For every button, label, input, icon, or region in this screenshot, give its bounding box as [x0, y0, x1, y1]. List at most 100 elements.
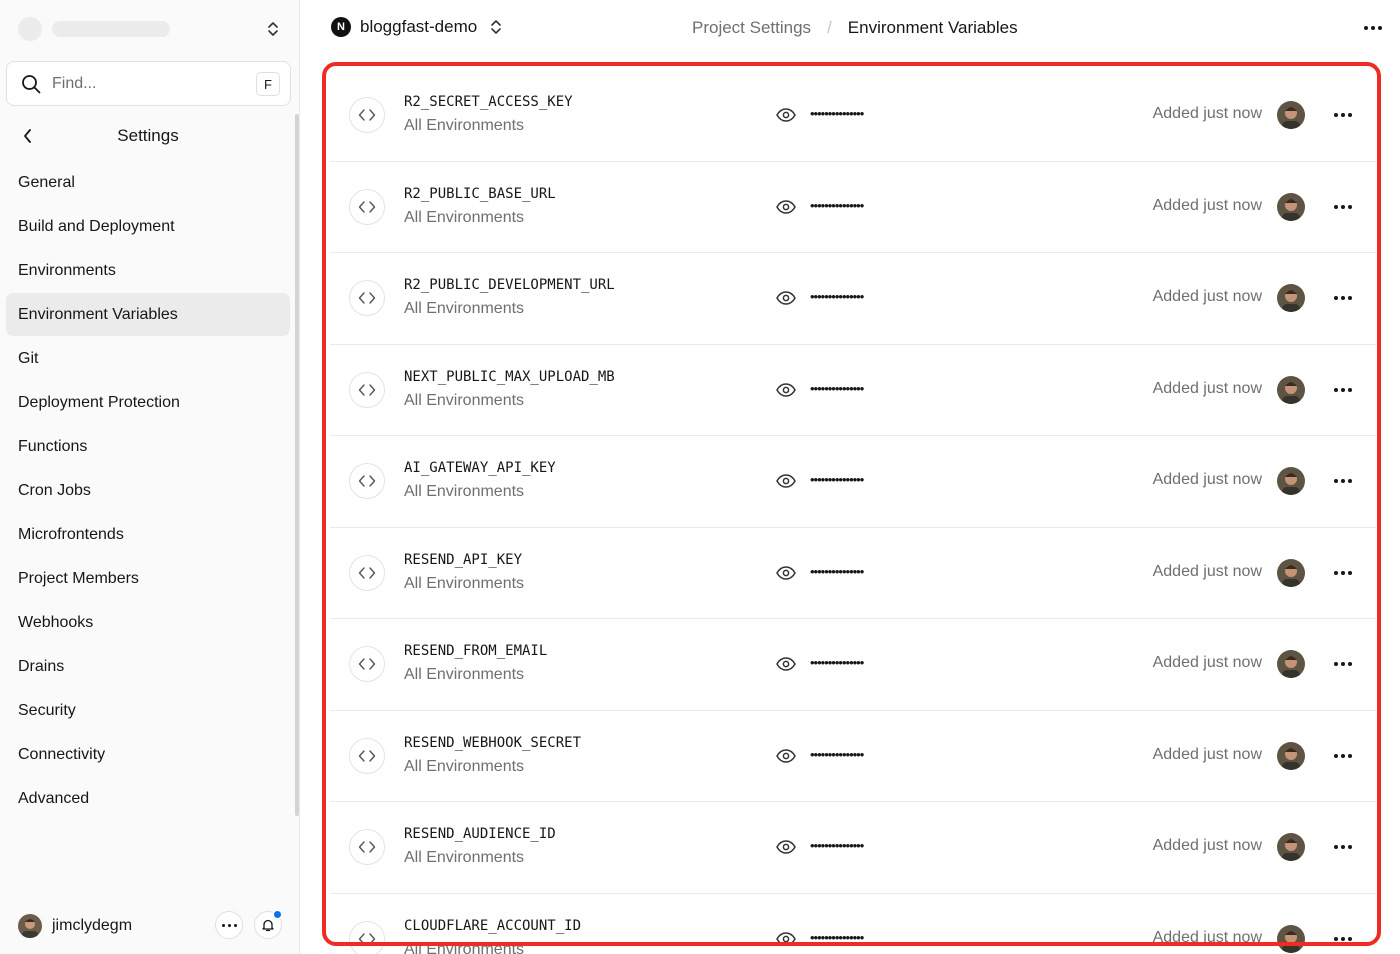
sidebar-item-microfrontends[interactable]: Microfrontends — [6, 513, 290, 556]
table-row[interactable]: RESEND_FROM_EMAIL All Environments •••••… — [330, 619, 1376, 711]
env-var-name[interactable]: AI_GATEWAY_API_KEY — [404, 460, 556, 476]
sidebar-item-deployment-protection[interactable]: Deployment Protection — [6, 381, 290, 424]
sidebar-item-cron-jobs[interactable]: Cron Jobs — [6, 469, 290, 512]
table-row[interactable]: RESEND_AUDIENCE_ID All Environments ••••… — [330, 802, 1376, 894]
avatar[interactable] — [1277, 467, 1305, 495]
notification-dot — [272, 909, 283, 920]
sidebar-item-general[interactable]: General — [6, 161, 290, 204]
avatar[interactable] — [1277, 101, 1305, 129]
row-more-button[interactable] — [1330, 469, 1356, 493]
row-more-button[interactable] — [1330, 561, 1356, 585]
search-shortcut-key: F — [256, 72, 280, 96]
row-more-button[interactable] — [1330, 744, 1356, 768]
table-row[interactable]: R2_PUBLIC_DEVELOPMENT_URL All Environmen… — [330, 253, 1376, 345]
avatar[interactable] — [1277, 284, 1305, 312]
sidebar-item-functions[interactable]: Functions — [6, 425, 290, 468]
reveal-value-button[interactable] — [775, 470, 797, 492]
more-horizontal-icon — [220, 923, 238, 927]
settings-title: Settings — [117, 126, 179, 145]
reveal-value-button[interactable] — [775, 836, 797, 858]
env-var-masked-value: ••••••••••••••• — [810, 746, 864, 762]
avatar[interactable] — [1277, 833, 1305, 861]
row-more-button[interactable] — [1330, 286, 1356, 310]
env-var-name[interactable]: RESEND_API_KEY — [404, 552, 522, 568]
reveal-value-button[interactable] — [775, 104, 797, 126]
more-horizontal-icon — [1333, 936, 1354, 941]
eye-icon — [776, 748, 796, 763]
env-var-name[interactable]: RESEND_WEBHOOK_SECRET — [404, 735, 581, 751]
env-var-scope: All Environments — [404, 849, 525, 866]
team-switcher[interactable] — [18, 16, 288, 42]
row-more-button[interactable] — [1330, 652, 1356, 676]
env-var-added-time: Added just now — [1152, 471, 1262, 488]
env-var-name[interactable]: RESEND_AUDIENCE_ID — [404, 826, 556, 842]
row-more-button[interactable] — [1330, 103, 1356, 127]
sidebar-item-build-and-deployment[interactable]: Build and Deployment — [6, 205, 290, 248]
env-var-name[interactable]: R2_SECRET_ACCESS_KEY — [404, 94, 573, 110]
search-input[interactable] — [52, 74, 242, 93]
env-var-scope: All Environments — [404, 666, 525, 683]
notifications-button[interactable] — [254, 909, 283, 939]
sidebar-item-environments[interactable]: Environments — [6, 249, 290, 292]
sidebar-item-webhooks[interactable]: Webhooks — [6, 601, 290, 644]
reveal-value-button[interactable] — [775, 379, 797, 401]
reveal-value-button[interactable] — [775, 745, 797, 767]
eye-icon — [776, 840, 796, 854]
env-var-masked-value: ••••••••••••••• — [810, 472, 864, 487]
reveal-value-button[interactable] — [775, 196, 797, 218]
table-row[interactable]: NEXT_PUBLIC_MAX_UPLOAD_MB All Environmen… — [330, 345, 1376, 436]
sidebar-item-security[interactable]: Security — [6, 689, 290, 732]
table-row[interactable]: RESEND_API_KEY All Environments ••••••••… — [330, 528, 1376, 619]
eye-icon — [776, 382, 796, 397]
env-var-added-time: Added just now — [1152, 928, 1262, 946]
env-var-scope: All Environments — [404, 940, 525, 954]
find-box[interactable]: F — [6, 61, 291, 106]
env-var-masked-value: ••••••••••••••• — [810, 563, 864, 579]
sidebar-scrollbar[interactable] — [295, 114, 299, 816]
user-more-button[interactable] — [215, 911, 243, 939]
sidebar-item-drains[interactable]: Drains — [6, 645, 290, 688]
reveal-value-button[interactable] — [775, 928, 797, 950]
avatar[interactable] — [1277, 375, 1305, 404]
avatar[interactable] — [18, 914, 42, 938]
row-more-button[interactable] — [1330, 378, 1356, 402]
reveal-value-button[interactable] — [775, 287, 797, 309]
table-row[interactable]: CLOUDFLARE_ACCOUNT_ID All Environments •… — [330, 894, 1376, 954]
env-var-name[interactable]: R2_PUBLIC_BASE_URL — [404, 186, 556, 202]
sidebar-item-environment-variables[interactable]: Environment Variables — [6, 293, 290, 336]
env-var-name[interactable]: NEXT_PUBLIC_MAX_UPLOAD_MB — [404, 369, 615, 385]
table-row[interactable]: AI_GATEWAY_API_KEY All Environments ••••… — [330, 436, 1376, 528]
env-var-name[interactable]: CLOUDFLARE_ACCOUNT_ID — [404, 918, 581, 934]
avatar[interactable] — [1277, 924, 1305, 953]
sidebar-item-project-members[interactable]: Project Members — [6, 557, 290, 600]
avatar[interactable] — [1277, 192, 1305, 221]
breadcrumb-project-settings[interactable]: Project Settings — [692, 18, 811, 38]
avatar[interactable] — [1277, 558, 1305, 587]
env-var-masked-value: ••••••••••••••• — [810, 197, 864, 213]
page-more-button[interactable] — [1360, 16, 1386, 40]
user-menu[interactable]: jimclydegm — [18, 909, 288, 942]
chevron-up-down-icon — [491, 20, 501, 34]
avatar[interactable] — [1277, 650, 1305, 678]
eye-icon — [776, 474, 796, 488]
env-var-added-time: Added just now — [1152, 837, 1262, 854]
row-more-button[interactable] — [1330, 195, 1356, 219]
env-var-added-time: Added just now — [1152, 105, 1262, 122]
table-row[interactable]: RESEND_WEBHOOK_SECRET All Environments •… — [330, 711, 1376, 802]
reveal-value-button[interactable] — [775, 562, 797, 584]
sidebar-item-connectivity[interactable]: Connectivity — [6, 733, 290, 776]
eye-icon — [776, 931, 796, 946]
avatar[interactable] — [1277, 741, 1305, 770]
sidebar-item-advanced[interactable]: Advanced — [6, 777, 290, 820]
row-more-button[interactable] — [1330, 835, 1356, 859]
eye-icon — [776, 199, 796, 214]
table-row[interactable]: R2_PUBLIC_BASE_URL All Environments ••••… — [330, 162, 1376, 253]
project-switcher[interactable]: N bloggfast-demo — [331, 17, 503, 37]
env-var-name[interactable]: RESEND_FROM_EMAIL — [404, 643, 547, 659]
row-more-button[interactable] — [1330, 927, 1356, 951]
table-row[interactable]: R2_SECRET_ACCESS_KEY All Environments ••… — [330, 70, 1376, 162]
reveal-value-button[interactable] — [775, 653, 797, 675]
sidebar-item-git[interactable]: Git — [6, 337, 290, 380]
env-var-masked-value: ••••••••••••••• — [810, 838, 864, 853]
env-var-name[interactable]: R2_PUBLIC_DEVELOPMENT_URL — [404, 277, 615, 293]
